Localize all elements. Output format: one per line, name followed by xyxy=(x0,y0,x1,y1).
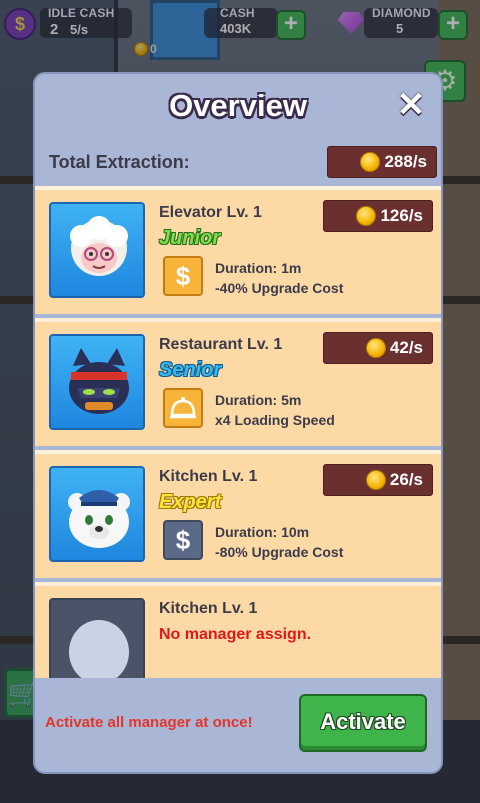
manager-card-kitchen-empty[interactable]: Kitchen Lv. 1 No manager assign. xyxy=(35,582,441,678)
manager-list[interactable]: Elevator Lv. 1 Junior $ Duration: 1m -40… xyxy=(35,186,441,678)
coin-icon xyxy=(360,152,381,172)
dollar-icon[interactable]: $ xyxy=(163,520,203,560)
activate-button[interactable]: Activate xyxy=(299,694,427,752)
manager-name: Restaurant Lv. 1 xyxy=(159,336,283,353)
manager-avatar-polar-bear xyxy=(49,466,145,562)
manager-rate-value: 42/s xyxy=(389,338,423,357)
manager-rank: Junior xyxy=(159,227,221,249)
sheep-icon xyxy=(70,216,128,276)
skill-duration: Duration: 5m xyxy=(215,392,302,408)
manager-rank: Senior xyxy=(159,359,222,381)
skill-effect: -80% Upgrade Cost xyxy=(215,544,344,560)
skill-effect: -40% Upgrade Cost xyxy=(215,280,344,296)
cloche-icon xyxy=(170,397,196,419)
manager-rate-badge: 126/s xyxy=(323,200,433,232)
total-extraction-label: Total Extraction: xyxy=(49,152,190,172)
polar-bear-icon xyxy=(68,490,130,548)
coin-icon xyxy=(365,338,386,358)
manager-rate-value: 126/s xyxy=(380,206,423,225)
manager-avatar-sheep xyxy=(49,202,145,298)
ninja-cat-icon xyxy=(69,348,129,414)
bell-icon[interactable] xyxy=(163,388,203,428)
manager-name: Kitchen Lv. 1 xyxy=(159,600,258,617)
manager-card-kitchen[interactable]: Kitchen Lv. 1 Expert $ Duration: 10m -80… xyxy=(35,450,441,578)
modal-title: Overview xyxy=(169,88,307,123)
skill-duration: Duration: 10m xyxy=(215,524,310,540)
manager-name: Kitchen Lv. 1 xyxy=(159,468,258,485)
manager-card-elevator[interactable]: Elevator Lv. 1 Junior $ Duration: 1m -40… xyxy=(35,186,441,314)
manager-card-restaurant[interactable]: Restaurant Lv. 1 Senior Duration: 5m x4 … xyxy=(35,318,441,446)
skill-duration: Duration: 1m xyxy=(215,260,302,276)
dollar-icon[interactable]: $ xyxy=(163,256,203,296)
activate-hint: Activate all manager at once! xyxy=(45,714,253,731)
manager-rate-value: 26/s xyxy=(389,470,423,489)
coin-icon xyxy=(365,470,386,490)
manager-name: Elevator Lv. 1 xyxy=(159,204,262,221)
manager-rank: Expert xyxy=(159,491,222,513)
empty-manager-slot[interactable] xyxy=(49,598,145,678)
manager-rate-badge: 26/s xyxy=(323,464,433,496)
silhouette-icon xyxy=(69,620,129,678)
total-rate-value: 288/s xyxy=(384,152,427,171)
skill-effect: x4 Loading Speed xyxy=(215,412,335,428)
total-rate-badge: 288/s xyxy=(327,146,437,178)
no-manager-text: No manager assign. xyxy=(159,626,312,643)
overview-modal: Overview ✕ Total Extraction: 288/s Eleva… xyxy=(33,72,443,774)
manager-avatar-ninja-cat xyxy=(49,334,145,430)
manager-rate-badge: 42/s xyxy=(323,332,433,364)
close-icon[interactable]: ✕ xyxy=(395,88,427,122)
coin-icon xyxy=(356,206,377,226)
